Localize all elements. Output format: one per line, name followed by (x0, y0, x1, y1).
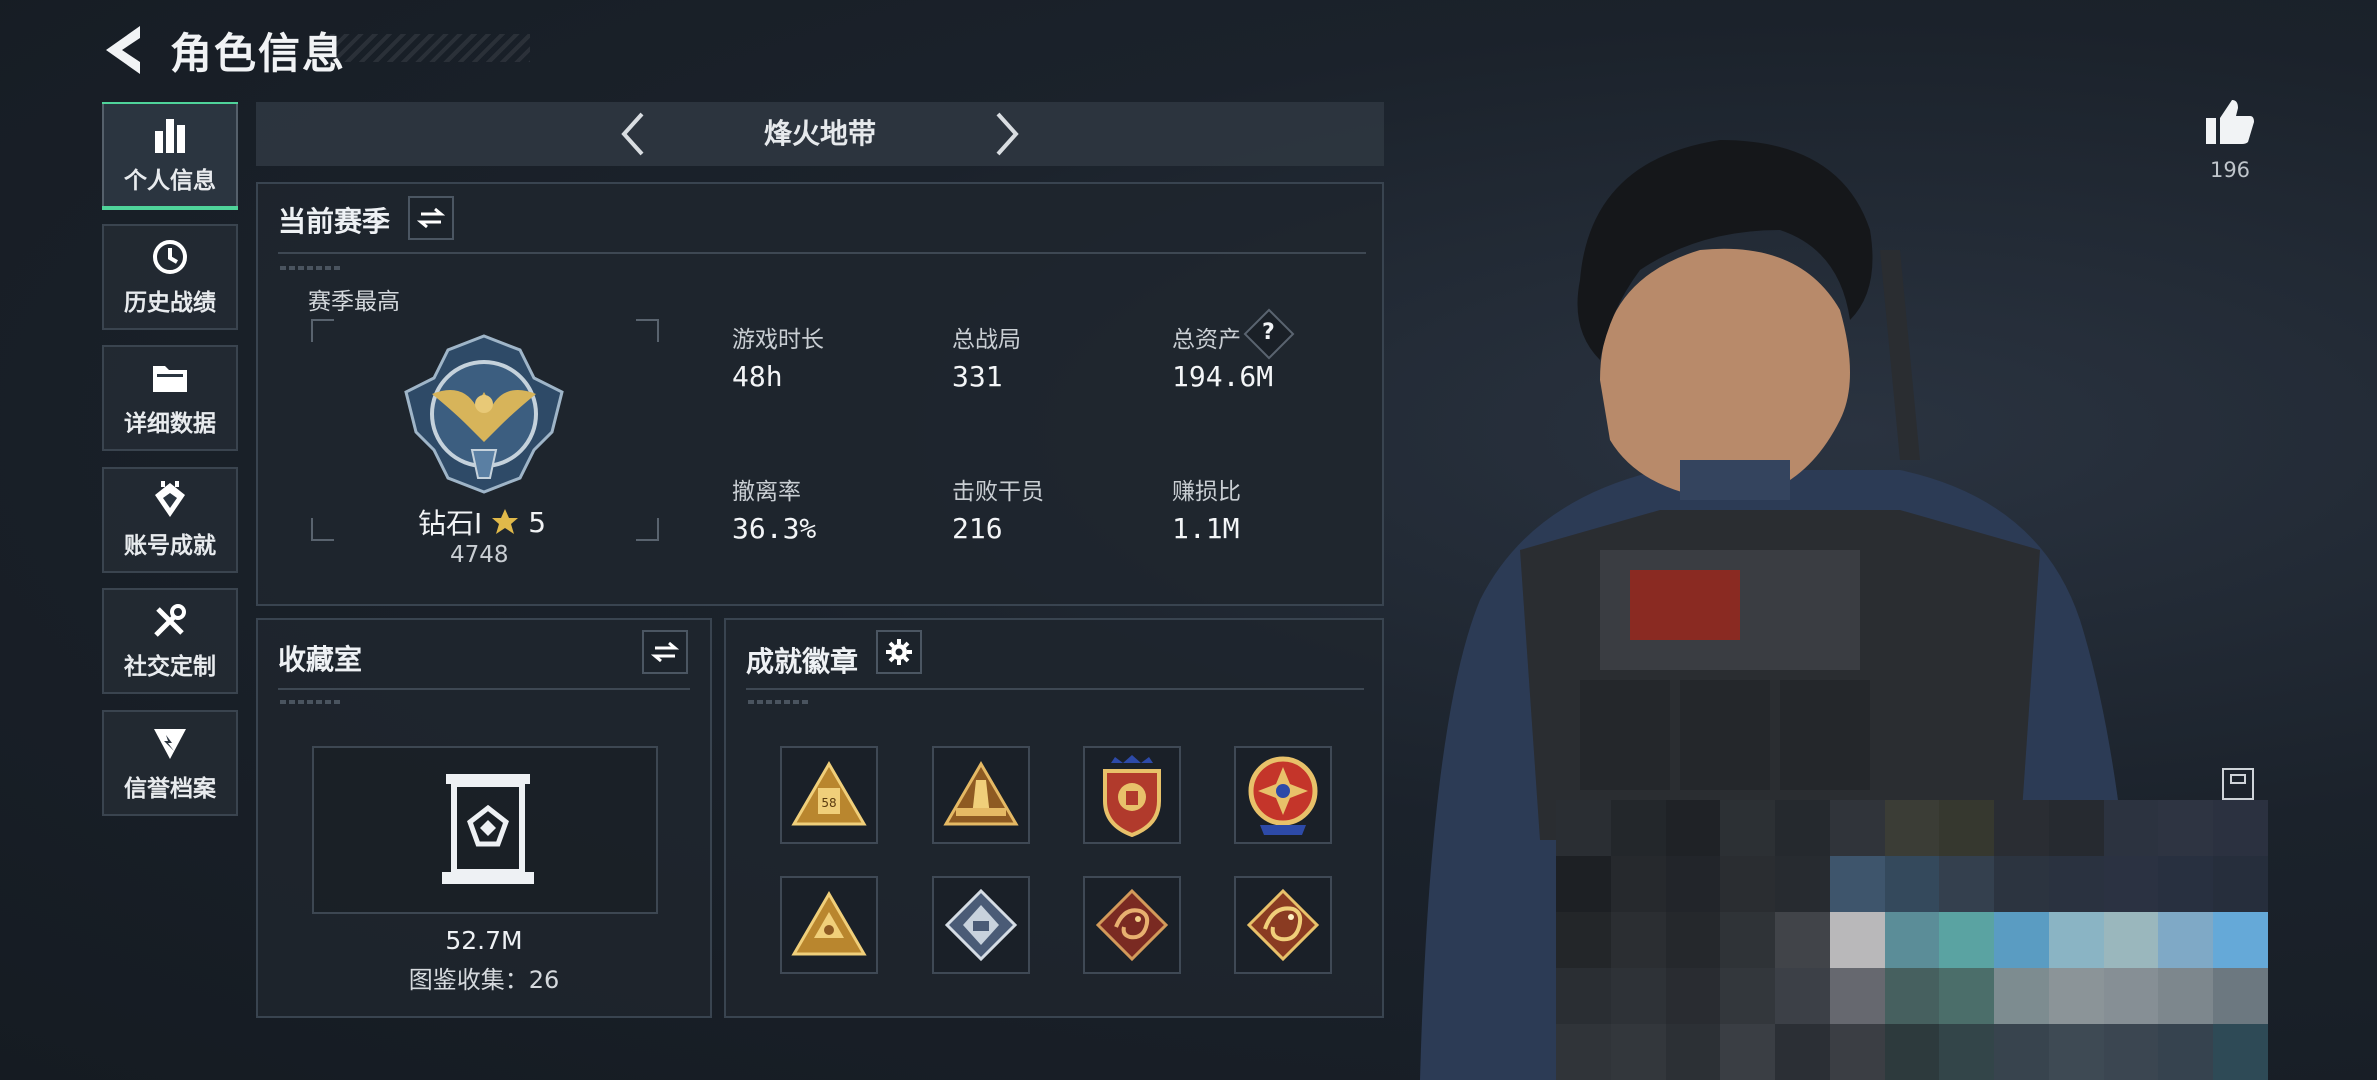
thumbs-up-icon[interactable] (2204, 96, 2256, 148)
title-decoration (330, 34, 530, 62)
sidebar-item-personal-info[interactable]: 个人信息 (102, 102, 238, 210)
stat-value-playtime: 48h (732, 360, 783, 393)
stat-label-playtime: 游戏时长 (732, 327, 824, 353)
stat-label-total-matches: 总战局 (952, 327, 1021, 353)
save-outfit-button[interactable] (2222, 768, 2254, 800)
dragon-badge-icon (1095, 888, 1169, 962)
sidebar-item-label: 个人信息 (124, 168, 216, 194)
rank-name-row: 钻石I 5 (418, 502, 546, 542)
next-mode-button[interactable] (984, 108, 1028, 160)
rank-points: 4748 (450, 542, 509, 568)
diamond-silver-badge-icon (944, 888, 1018, 962)
badges-panel-title: 成就徽章 (746, 645, 859, 678)
collection-value: 52.7M (445, 926, 523, 955)
tools-icon (150, 601, 190, 641)
shield-icon (150, 723, 190, 763)
sidebar-item-history[interactable]: 历史战绩 (102, 224, 238, 330)
bar-chart-icon (150, 115, 190, 155)
badge-slot[interactable] (780, 876, 878, 974)
sidebar-item-reputation[interactable]: 信誉档案 (102, 710, 238, 816)
sidebar-item-label: 信誉档案 (124, 776, 216, 802)
badge-slot[interactable] (932, 746, 1030, 844)
stat-label-profit-ratio: 赚损比 (1172, 479, 1241, 505)
diamond-rank-emblem-icon (404, 334, 564, 494)
triangle-58-badge-icon: 58 (791, 761, 867, 826)
svg-text:58: 58 (821, 796, 836, 810)
stat-label-total-assets: 总资产 (1172, 327, 1241, 353)
swap-icon (651, 641, 679, 663)
badge-slot[interactable] (1083, 876, 1181, 974)
rank-name: 钻石I (418, 507, 483, 540)
stat-value-kills: 216 (952, 512, 1003, 545)
help-icon: ? (1262, 320, 1275, 345)
mode-name: 烽火地带 (763, 117, 876, 150)
badge-slot[interactable] (1083, 746, 1181, 844)
collection-swap-button[interactable] (642, 630, 688, 674)
collection-count: 图鉴收集：26 (408, 966, 560, 994)
shield-stars-badge-icon (1103, 755, 1161, 837)
sidebar-item-label: 详细数据 (124, 411, 216, 437)
triangle-gold-badge-icon (791, 891, 867, 956)
sidebar-item-achievements[interactable]: 账号成就 (102, 467, 238, 573)
decorative-text (748, 700, 808, 704)
star-icon (492, 509, 519, 534)
season-panel-title: 当前赛季 (278, 205, 391, 238)
divider (278, 688, 690, 690)
sidebar-item-label: 社交定制 (124, 654, 216, 680)
page-title: 角色信息 (170, 29, 347, 78)
season-best-label: 赛季最高 (308, 289, 400, 315)
folder-icon (150, 358, 190, 398)
divider (278, 252, 1366, 254)
stat-label-extract-rate: 撤离率 (732, 479, 801, 505)
collection-panel-title: 收藏室 (278, 643, 363, 676)
season-swap-button[interactable] (408, 196, 454, 240)
badge-slot[interactable] (932, 876, 1030, 974)
swap-icon (417, 207, 445, 229)
stat-value-extract-rate: 36.3% (732, 512, 817, 545)
prev-mode-button[interactable] (612, 108, 656, 160)
badge-slot[interactable]: 58 (780, 746, 878, 844)
sidebar-item-social[interactable]: 社交定制 (102, 588, 238, 694)
history-clock-icon (150, 237, 190, 277)
sidebar-item-details[interactable]: 详细数据 (102, 345, 238, 451)
sidebar-item-label: 账号成就 (124, 533, 216, 559)
like-count: 196 (2209, 158, 2251, 182)
censored-mosaic (1556, 800, 2268, 1080)
badge-settings-button[interactable] (876, 630, 922, 674)
divider (746, 688, 1364, 690)
decorative-text (280, 700, 340, 704)
achievement-icon (150, 480, 190, 520)
decorative-text (280, 266, 340, 270)
triangle-tower-badge-icon (943, 761, 1019, 826)
stat-value-total-matches: 331 (952, 360, 1003, 393)
back-button[interactable] (100, 22, 150, 78)
rank-stars: 5 (528, 505, 547, 539)
sidebar-item-label: 历史战绩 (124, 290, 216, 316)
gear-icon (886, 639, 912, 665)
stat-value-profit-ratio: 1.1M (1172, 512, 1240, 545)
display-case-icon (442, 774, 534, 884)
collection-showcase[interactable] (312, 746, 658, 914)
stat-label-kills: 击败干员 (952, 479, 1044, 505)
save-icon (2230, 774, 2246, 784)
stat-value-total-assets: 194.6M (1172, 360, 1274, 393)
